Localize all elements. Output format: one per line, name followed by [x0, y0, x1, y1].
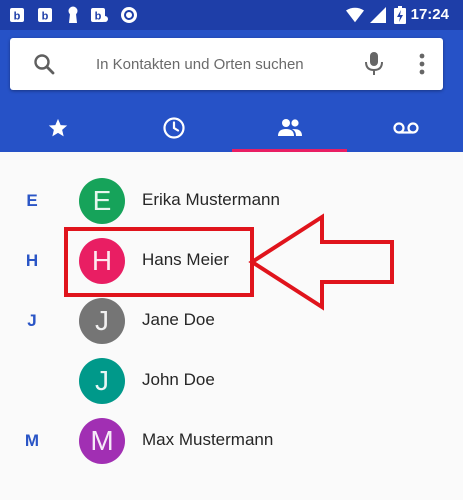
list-item-contact[interactable]: E E Erika Mustermann: [0, 171, 463, 231]
clock-icon: [162, 116, 186, 145]
tab-favorites[interactable]: [0, 108, 115, 152]
avatar: M: [79, 418, 125, 464]
avatar: J: [79, 298, 125, 344]
keyhole-icon: [64, 6, 82, 24]
tab-contacts[interactable]: [232, 108, 347, 152]
list-item-contact[interactable]: M M Max Mustermann: [0, 411, 463, 471]
search-icon[interactable]: [32, 52, 56, 76]
avatar: J: [79, 358, 125, 404]
voicemail-icon: [392, 121, 419, 140]
contact-list: E E Erika Mustermann H H Hans Meier J J …: [0, 152, 463, 500]
svg-text:b: b: [42, 11, 49, 23]
microphone-icon[interactable]: [362, 51, 386, 77]
section-letter: E: [26, 191, 38, 210]
section-letter: H: [25, 251, 39, 270]
tab-recents[interactable]: [116, 108, 231, 152]
signal-icon: [369, 6, 387, 24]
contact-name: John Doe: [142, 370, 215, 389]
tab-bar: [0, 108, 463, 152]
status-time: 17:24: [410, 6, 449, 23]
wifi-icon: [346, 6, 364, 24]
svg-text:b: b: [14, 11, 21, 23]
app-bar: [0, 30, 463, 152]
contact-name: Hans Meier: [142, 250, 229, 269]
search-input[interactable]: [96, 50, 346, 78]
svg-text:b: b: [95, 11, 102, 23]
avatar: E: [79, 178, 125, 224]
star-icon: [47, 117, 69, 144]
more-vert-icon[interactable]: [412, 52, 432, 76]
contact-name: Jane Doe: [142, 310, 215, 329]
section-letter: J: [27, 311, 37, 330]
search-bar[interactable]: [10, 38, 443, 90]
notification-b-icon: b: [8, 6, 26, 24]
status-bar: b b b 17:24: [0, 0, 463, 30]
avatar: H: [79, 238, 125, 284]
people-icon: [277, 118, 303, 143]
tab-voicemail[interactable]: [348, 108, 463, 152]
contact-name: Max Mustermann: [142, 430, 274, 449]
list-item-contact[interactable]: J J Jane Doe: [0, 291, 463, 351]
section-letter: M: [24, 431, 40, 450]
notification-b-icon: b: [36, 6, 54, 24]
contact-name: Erika Mustermann: [142, 190, 280, 209]
battery-charging-icon: [391, 6, 409, 24]
list-item-contact[interactable]: H H Hans Meier: [0, 231, 463, 291]
notification-b-icon: b: [90, 6, 108, 24]
circle-icon: [120, 6, 138, 24]
list-item-contact[interactable]: J John Doe: [0, 351, 463, 411]
